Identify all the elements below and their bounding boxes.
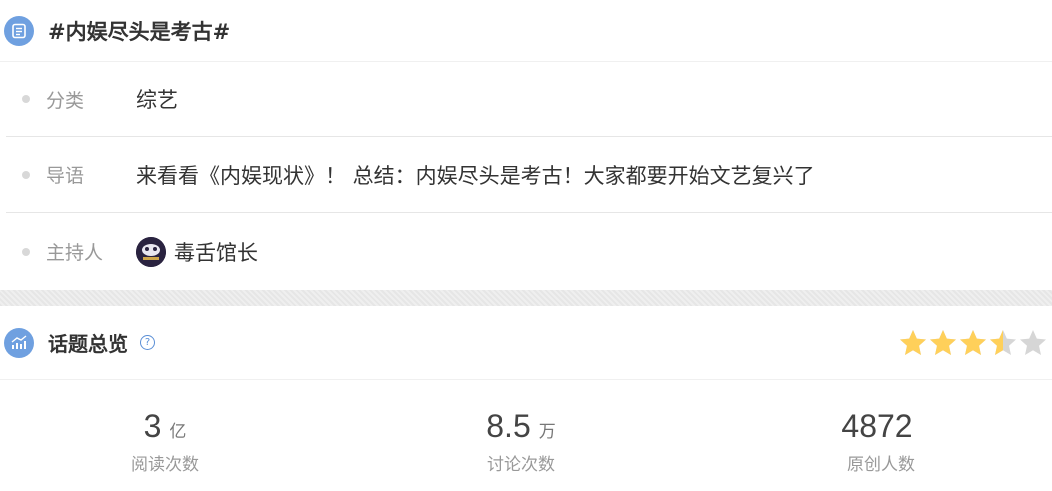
star-empty-icon [1020,330,1046,355]
topic-title: #内娱尽头是考古# [48,19,231,44]
stat-number: 8.5 [486,408,531,444]
star-half-icon [990,330,1016,355]
stat-unit: 万 [538,422,556,442]
bullet-icon [22,95,30,103]
stat-number: 4872 [841,408,913,444]
topic-stats: 3亿 阅读次数 8.5 万 讨论次数 4872 原创人数 [0,380,1052,491]
stat-number: 3 [143,408,162,444]
host-link[interactable]: 毒舌馆长 [136,236,258,267]
category-value[interactable]: 综艺 [136,84,178,114]
section-divider [0,290,1052,306]
host-avatar[interactable] [136,236,166,267]
stat-caption: 阅读次数 [131,455,199,475]
rating-stars [898,328,1048,358]
star-full-icon [960,330,986,355]
stat-caption: 原创人数 [847,455,915,475]
intro-label: 导语 [46,165,85,187]
stat-original-authors: 4872 原创人数 [781,410,981,475]
detail-row-category: 分类 综艺 [6,62,1052,137]
stat-reads: 3亿 阅读次数 [65,410,265,475]
category-label: 分类 [46,89,85,112]
stat-discussions: 8.5 万 讨论次数 [421,410,621,475]
bullet-icon [22,170,30,179]
detail-row-host: 主持人 毒舌馆长 [6,213,1052,290]
trend-chart-icon [4,327,34,358]
help-icon[interactable]: ? [140,335,155,350]
host-name[interactable]: 毒舌馆长 [174,237,258,267]
host-label: 主持人 [46,242,104,264]
detail-row-intro: 导语 来看看《内娱现状》！ 总结：内娱尽头是考古！大家都要开始文艺复兴了 [6,137,1052,213]
star-full-icon [930,330,956,355]
stat-caption: 讨论次数 [487,455,555,475]
topic-overview-header: 话题总览 ? [0,306,1052,380]
topic-list-icon [4,15,34,46]
bullet-icon [22,247,30,256]
overview-title: 话题总览 [48,332,128,356]
star-full-icon [900,330,926,355]
topic-header: #内娱尽头是考古# [0,0,1052,62]
intro-value: 来看看《内娱现状》！ 总结：内娱尽头是考古！大家都要开始文艺复兴了 [136,163,815,188]
stat-unit: 亿 [169,422,187,442]
